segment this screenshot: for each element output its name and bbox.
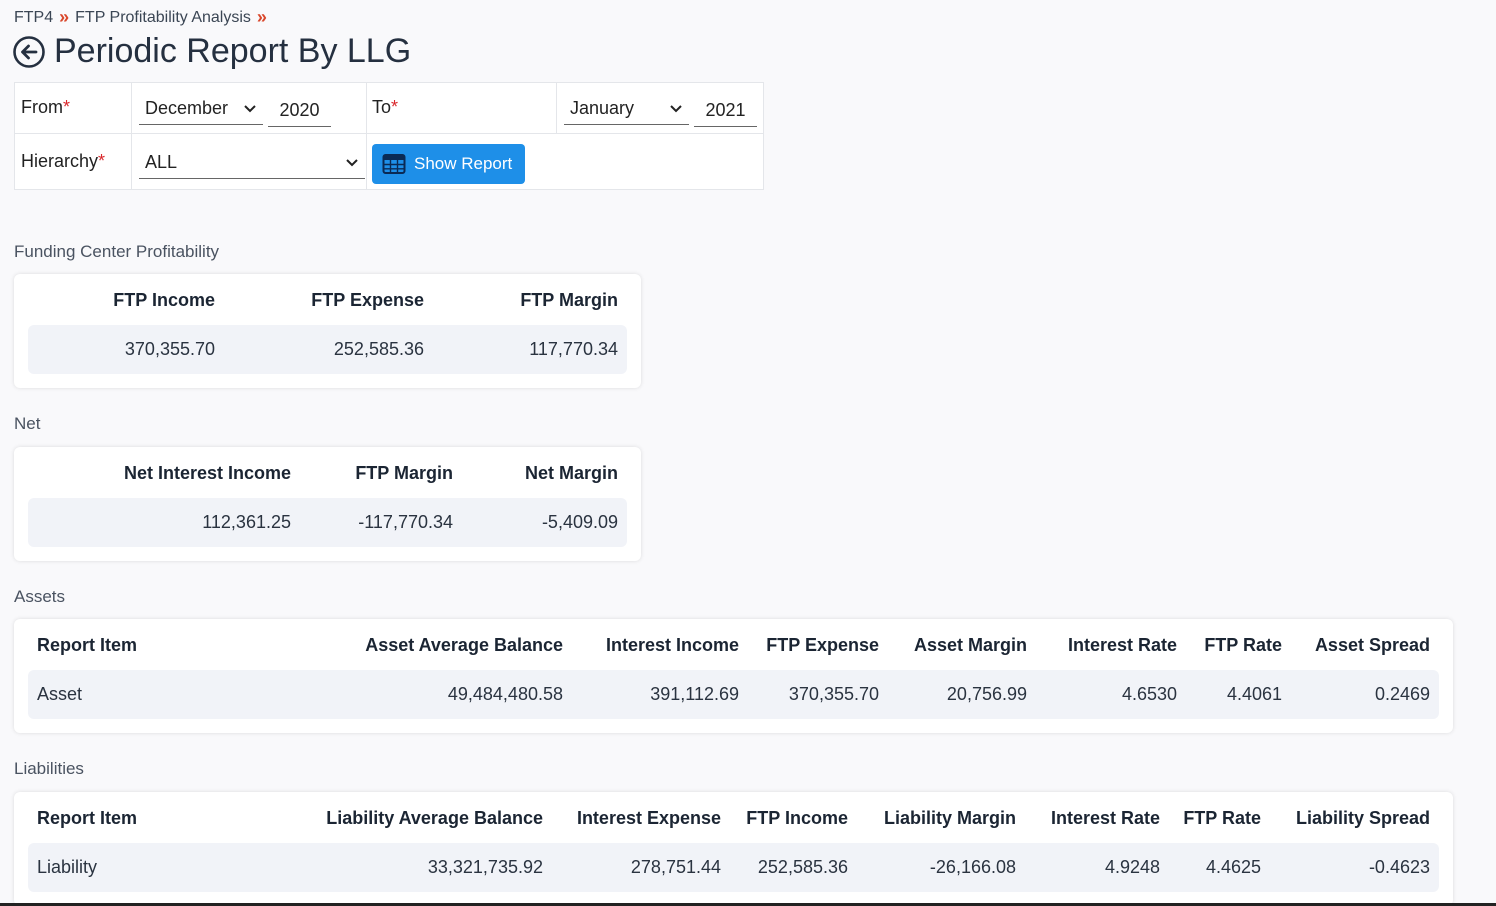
net-card: Net Interest Income FTP Margin Net Margi…	[14, 447, 641, 561]
funding-value-ftp-margin: 117,770.34	[529, 339, 618, 359]
liabilities-cell-ftp-income: 252,585.36	[757, 857, 848, 877]
assets-header-asset-spread: Asset Spread	[1314, 635, 1430, 655]
assets-header-ftp-expense: FTP Expense	[766, 635, 879, 655]
table-row: 112,361.25 -117,770.34 -5,409.09	[28, 498, 627, 547]
liabilities-header-avg-balance: Liability Average Balance	[326, 808, 543, 828]
breadcrumb-separator: »	[59, 7, 70, 27]
net-value-ftp-margin: -117,770.34	[358, 512, 453, 532]
hierarchy-label: Hierarchy *	[21, 151, 106, 171]
assets-header-asset-margin: Asset Margin	[913, 635, 1027, 655]
liabilities-header-ftp-income: FTP Income	[746, 808, 848, 828]
funding-value-ftp-expense: 252,585.36	[333, 339, 424, 359]
liabilities-cell-liability-spread: -0.4623	[1368, 857, 1430, 877]
assets-cell-ftp-expense: 370,355.70	[788, 684, 879, 704]
net-section-title: Net	[14, 414, 41, 433]
title-row: Periodic Report By LLG	[12, 32, 411, 71]
liabilities-header-ftp-rate: FTP Rate	[1183, 808, 1261, 828]
divider	[556, 83, 557, 134]
liabilities-section-title: Liabilities	[14, 759, 84, 778]
liabilities-header-report-item: Report Item	[37, 808, 138, 828]
divider	[366, 83, 367, 190]
assets-cell-asset-margin: 20,756.99	[946, 684, 1027, 704]
liabilities-header-interest-expense: Interest Expense	[576, 808, 721, 828]
liabilities-cell-ftp-rate: 4.4625	[1205, 857, 1261, 877]
from-year-input[interactable]: 2020	[268, 95, 331, 127]
liabilities-cell-report-item: Liability	[37, 857, 98, 877]
funding-header-ftp-income: FTP Income	[113, 290, 215, 310]
net-value-net-margin: -5,409.09	[541, 512, 618, 532]
breadcrumb: FTP4 » FTP Profitability Analysis »	[14, 7, 267, 28]
chevron-down-icon	[346, 158, 358, 166]
table-row: Liability 33,321,735.92 278,751.44 252,5…	[28, 843, 1439, 892]
funding-value-ftp-income: 370,355.70	[124, 339, 215, 359]
breadcrumb-ftp-profitability[interactable]: FTP Profitability Analysis	[75, 9, 251, 27]
assets-card: Report Item Asset Average Balance Intere…	[14, 619, 1453, 733]
liabilities-cell-interest-rate: 4.9248	[1104, 857, 1160, 877]
back-arrow-icon[interactable]	[12, 35, 46, 69]
assets-cell-ftp-rate: 4.4061	[1226, 684, 1282, 704]
divider	[131, 83, 132, 190]
show-report-button[interactable]: Show Report	[372, 144, 525, 184]
assets-cell-interest-income: 391,112.69	[650, 684, 739, 704]
assets-cell-avg-balance: 49,484,480.58	[447, 684, 563, 704]
net-header-net-margin: Net Margin	[524, 463, 618, 483]
chevron-down-icon	[244, 104, 256, 112]
assets-cell-interest-rate: 4.6530	[1121, 684, 1177, 704]
assets-section-title: Assets	[14, 587, 66, 606]
liabilities-header-liability-spread: Liability Spread	[1295, 808, 1430, 828]
net-header-ftp-margin: FTP Margin	[355, 463, 453, 483]
liabilities-header-liability-margin: Liability Margin	[883, 808, 1016, 828]
funding-header-ftp-expense: FTP Expense	[311, 290, 424, 310]
assets-header-interest-rate: Interest Rate	[1067, 635, 1177, 655]
funding-card: FTP Income FTP Expense FTP Margin 370,35…	[14, 274, 641, 388]
funding-section-title: Funding Center Profitability	[14, 242, 220, 261]
liabilities-cell-liability-margin: -26,166.08	[929, 857, 1016, 877]
hierarchy-select[interactable]: ALL	[139, 147, 365, 179]
liabilities-card: Report Item Liability Average Balance In…	[14, 792, 1453, 906]
assets-header-report-item: Report Item	[37, 635, 138, 655]
table-row: Asset 49,484,480.58 391,112.69 370,355.7…	[28, 670, 1439, 719]
liabilities-header-interest-rate: Interest Rate	[1050, 808, 1160, 828]
assets-header-avg-balance: Asset Average Balance	[365, 635, 563, 655]
table-icon	[382, 154, 406, 174]
from-month-select[interactable]: December	[139, 93, 263, 125]
assets-cell-report-item: Asset	[37, 684, 83, 704]
assets-header-interest-income: Interest Income	[605, 635, 739, 655]
assets-cell-asset-spread: 0.2469	[1374, 684, 1430, 704]
chevron-down-icon	[670, 104, 682, 112]
assets-header-ftp-rate: FTP Rate	[1204, 635, 1282, 655]
to-label: To *	[372, 97, 399, 117]
from-label: From *	[21, 97, 71, 117]
liabilities-cell-avg-balance: 33,321,735.92	[427, 857, 543, 877]
net-header-net-interest-income: Net Interest Income	[123, 463, 291, 483]
filter-panel: From * December 2020 To * January 2021 Hie…	[14, 82, 764, 190]
net-value-net-interest-income: 112,361.25	[202, 512, 291, 532]
breadcrumb-ftp4[interactable]: FTP4	[14, 9, 53, 27]
funding-header-ftp-margin: FTP Margin	[520, 290, 618, 310]
breadcrumb-separator: »	[256, 7, 267, 27]
to-year-input[interactable]: 2021	[694, 95, 757, 127]
to-month-select[interactable]: January	[564, 93, 689, 125]
liabilities-cell-interest-expense: 278,751.44	[630, 857, 721, 877]
page-title: Periodic Report By LLG	[54, 32, 412, 70]
divider	[15, 133, 764, 134]
table-row: 370,355.70 252,585.36 117,770.34	[28, 325, 627, 374]
